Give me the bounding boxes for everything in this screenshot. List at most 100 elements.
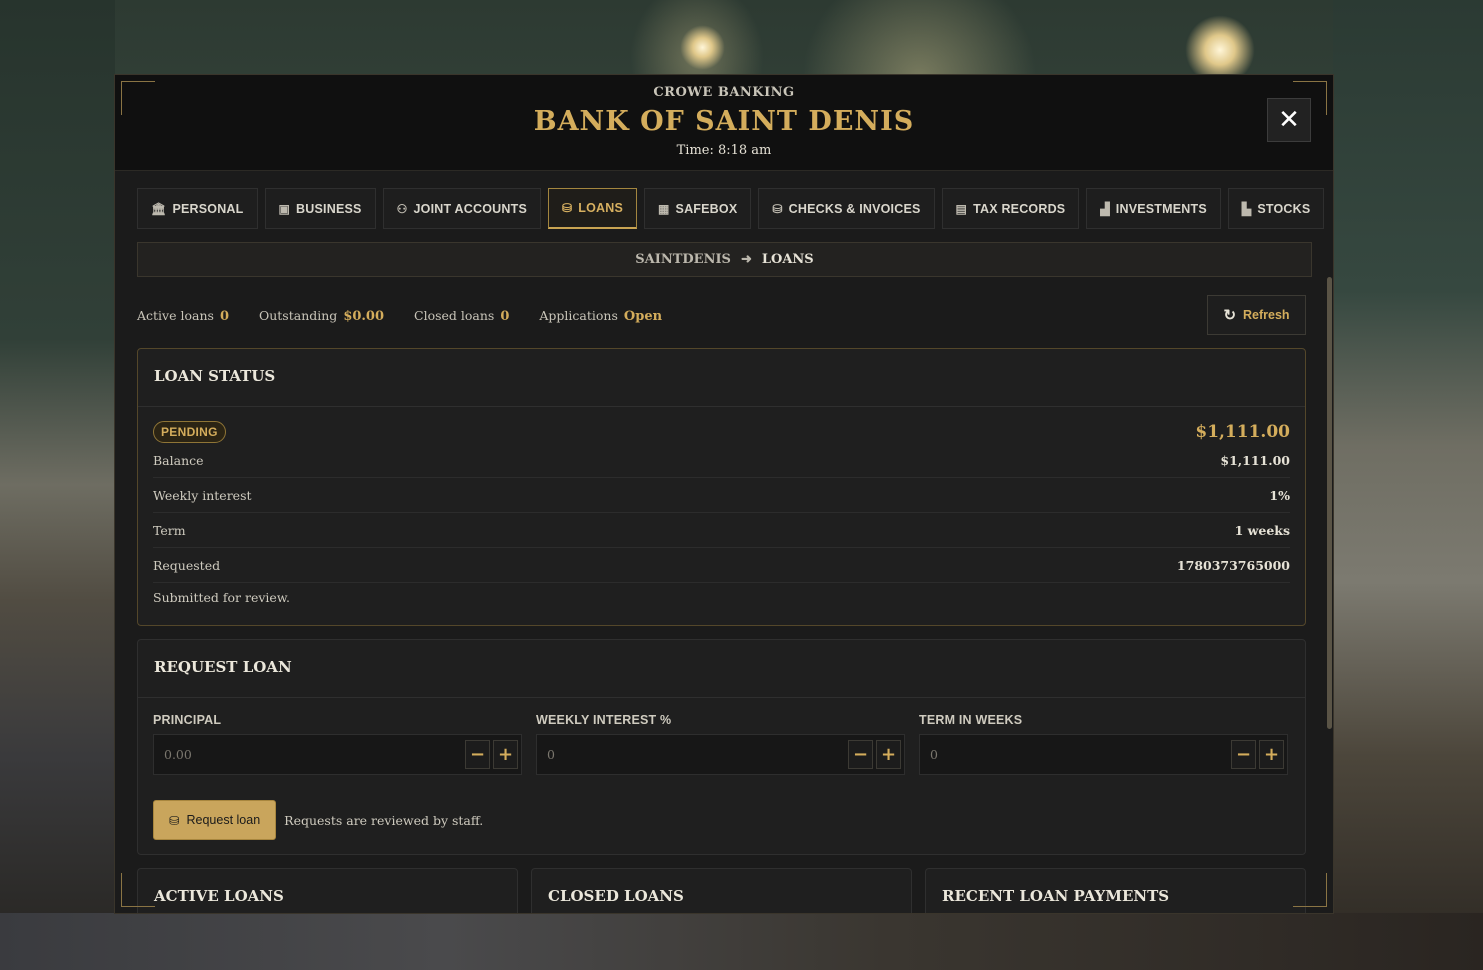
loan-stats: Active loans 0 Outstanding $0.00 Closed lo… (137, 305, 662, 324)
field-label: TERM IN WEEKS (919, 713, 1023, 727)
status-badge: PENDING (153, 421, 226, 443)
request-actions: ⛁ Request loan Requests are reviewed by … (138, 775, 1305, 840)
principal-field: PRINCIPAL − + (153, 713, 522, 775)
stat-value: Open (623, 309, 663, 324)
corner-ornament (1293, 873, 1327, 907)
status-note: Submitted for review. (153, 590, 291, 605)
modal-header: CROWE BANKING BANK OF SAINT DENIS Time: … (115, 75, 1333, 171)
button-label: Request loan (186, 813, 261, 827)
cash-icon: ⛁ (169, 813, 180, 828)
stat-label: Applications (539, 308, 618, 323)
tab-label: LOANS (578, 201, 623, 215)
field-label: PRINCIPAL (153, 713, 222, 727)
refresh-label: Refresh (1243, 308, 1290, 322)
plus-icon: + (497, 744, 514, 765)
increment-button[interactable]: + (876, 740, 901, 769)
plus-icon: + (1263, 744, 1280, 765)
background-left (0, 0, 115, 970)
detail-key: Term (153, 522, 186, 538)
decrement-button[interactable]: − (1231, 740, 1256, 769)
tab-label: STOCKS (1257, 201, 1311, 216)
corner-ornament (121, 81, 155, 115)
detail-row-balance: Balance $1,111.00 (153, 443, 1290, 478)
principal-input[interactable] (164, 747, 462, 762)
weekly-interest-field: WEEKLY INTEREST % − + (536, 713, 905, 775)
tab-joint-accounts[interactable]: ⚇ JOINT ACCOUNTS (382, 188, 541, 229)
users-icon: ⚇ (396, 201, 408, 216)
loan-status-panel: LOAN STATUS PENDING $1,111.00 Balance $1,… (137, 348, 1306, 626)
stat-value: 0 (500, 309, 510, 324)
bar-chart-icon: ▙ (1241, 201, 1252, 216)
tab-label: JOINT ACCOUNTS (413, 201, 527, 216)
breadcrumb-current: LOANS (761, 252, 814, 267)
plus-icon: + (880, 744, 897, 765)
chart-icon: ▟ (1100, 201, 1110, 216)
tab-business[interactable]: ▣ BUSINESS (264, 188, 376, 229)
tab-safebox[interactable]: ▦ SAFEBOX (644, 188, 752, 229)
recent-loan-payments-panel: RECENT LOAN PAYMENTS (925, 868, 1306, 913)
loan-form-fields: PRINCIPAL − + WEEKLY INTEREST % − + TERM… (138, 698, 1305, 775)
tab-label: BUSINESS (296, 201, 362, 216)
scrollbar[interactable] (1327, 277, 1332, 729)
breadcrumb: SAINTDENIS ➜ LOANS (137, 242, 1312, 277)
check-icon: ⛁ (772, 201, 783, 216)
tab-label: CHECKS & INVOICES (788, 201, 921, 216)
detail-row-weekly-interest: Weekly interest 1% (153, 478, 1290, 513)
detail-value: $1,111.00 (1220, 452, 1290, 468)
tab-tax-records[interactable]: ▤ TAX RECORDS (941, 188, 1080, 229)
safe-icon: ▦ (658, 201, 670, 216)
stat-closed-loans: Closed loans 0 (414, 305, 509, 324)
field-label: WEEKLY INTEREST % (536, 713, 672, 727)
tab-label: INVESTMENTS (1115, 201, 1207, 216)
tab-label: TAX RECORDS (973, 201, 1066, 216)
increment-button[interactable]: + (1259, 740, 1284, 769)
background-bottom (0, 913, 1483, 970)
decrement-button[interactable]: − (465, 740, 490, 769)
detail-row-term: Term 1 weeks (153, 513, 1290, 548)
principal-stepper: − + (153, 734, 522, 775)
active-loans-panel: ACTIVE LOANS (137, 868, 518, 913)
tab-checks-invoices[interactable]: ⛁ CHECKS & INVOICES (758, 188, 935, 229)
term-stepper: − + (919, 734, 1288, 775)
tab-label: SAFEBOX (675, 201, 738, 216)
minus-icon: − (469, 744, 486, 765)
detail-value: 1 weeks (1234, 522, 1290, 538)
corner-ornament (1293, 81, 1327, 115)
detail-key: Requested (153, 557, 221, 573)
loan-status-summary: PENDING $1,111.00 (138, 407, 1305, 443)
request-loan-button[interactable]: ⛁ Request loan (153, 800, 277, 840)
term-field: TERM IN WEEKS − + (919, 713, 1288, 775)
bank-title: BANK OF SAINT DENIS (533, 106, 915, 137)
tab-personal[interactable]: 🏛 PERSONAL (137, 188, 258, 229)
stat-label: Outstanding (258, 308, 338, 323)
lamp-light (680, 25, 725, 70)
bank-subtitle: CROWE BANKING (653, 85, 795, 100)
term-input[interactable] (930, 747, 1228, 762)
arrow-right-icon: ➜ (740, 252, 752, 267)
weekly-interest-input[interactable] (547, 747, 845, 762)
background-right (1333, 0, 1483, 970)
request-note: Requests are reviewed by staff. (284, 812, 484, 828)
loan-amount: $1,111.00 (1195, 422, 1290, 442)
stat-label: Active loans (137, 308, 214, 323)
panel-title: REQUEST LOAN (138, 640, 1305, 698)
interest-stepper: − + (536, 734, 905, 775)
detail-value: 1% (1269, 487, 1290, 503)
panel-title: LOAN STATUS (138, 349, 1305, 407)
refresh-button[interactable]: ↻ Refresh (1207, 295, 1306, 335)
increment-button[interactable]: + (493, 740, 518, 769)
refresh-icon: ↻ (1223, 307, 1237, 324)
tab-loans[interactable]: ⛁ LOANS (547, 188, 637, 229)
tab-investments[interactable]: ▟ INVESTMENTS (1086, 188, 1221, 229)
breadcrumb-parent: SAINTDENIS (635, 252, 731, 267)
minus-icon: − (852, 744, 869, 765)
closed-loans-panel: CLOSED LOANS (531, 868, 912, 913)
briefcase-icon: ▣ (278, 201, 291, 216)
stat-outstanding: Outstanding $0.00 (259, 305, 384, 324)
stat-active-loans: Active loans 0 (137, 305, 229, 324)
tab-stocks[interactable]: ▙ STOCKS (1227, 188, 1325, 229)
stat-applications: Applications Open (539, 305, 662, 324)
decrement-button[interactable]: − (848, 740, 873, 769)
receipt-icon: ▤ (955, 201, 968, 216)
time-display: Time: 8:18 am (676, 143, 772, 158)
